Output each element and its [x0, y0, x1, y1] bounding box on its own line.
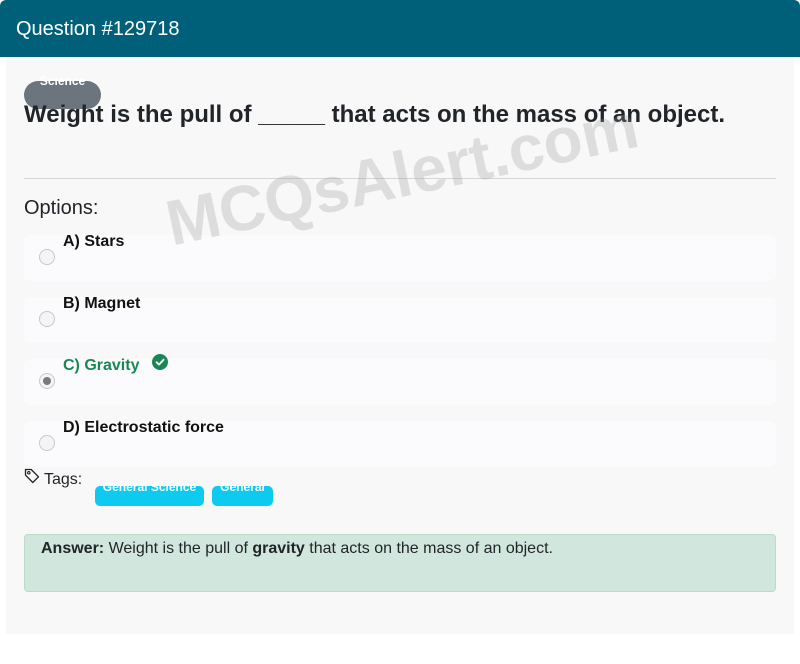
answer-text: Answer: Weight is the pull of gravity th… — [41, 540, 553, 558]
option-b-label: B) Magnet — [63, 295, 141, 312]
tag-icon — [24, 468, 40, 484]
options-heading: Options: — [24, 197, 99, 219]
check-circle-icon — [152, 354, 168, 370]
answer-before: Weight is the pull of — [104, 540, 253, 557]
page-header: Question #129718 — [0, 0, 800, 57]
answer-box: Answer: Weight is the pull of gravity th… — [24, 534, 776, 592]
option-d[interactable]: D) Electrostatic force — [24, 419, 776, 467]
option-c-radio[interactable] — [39, 373, 55, 389]
option-c[interactable]: C) Gravity — [24, 354, 776, 405]
option-a[interactable]: A) Stars — [24, 233, 776, 281]
answer-key: gravity — [252, 540, 305, 557]
option-d-radio[interactable] — [39, 435, 55, 451]
tags-label: Tags: — [44, 471, 83, 488]
tag-general[interactable]: General — [212, 481, 273, 506]
question-id-title: Question #129718 — [16, 18, 180, 40]
question-text: Weight is the pull of _____ that acts on… — [24, 101, 726, 128]
answer-prefix: Answer: — [41, 540, 105, 557]
option-d-label: D) Electrostatic force — [63, 419, 224, 436]
option-b[interactable]: B) Magnet — [24, 295, 776, 343]
option-c-label: C) Gravity — [63, 357, 140, 374]
tag-general-science[interactable]: General Science — [95, 481, 204, 506]
option-a-radio[interactable] — [39, 249, 55, 265]
divider — [24, 178, 776, 179]
answer-after: that acts on the mass of an object. — [304, 540, 553, 557]
category-badge-label: Science — [39, 74, 86, 88]
option-b-radio[interactable] — [39, 311, 55, 327]
option-a-label: A) Stars — [63, 233, 125, 250]
